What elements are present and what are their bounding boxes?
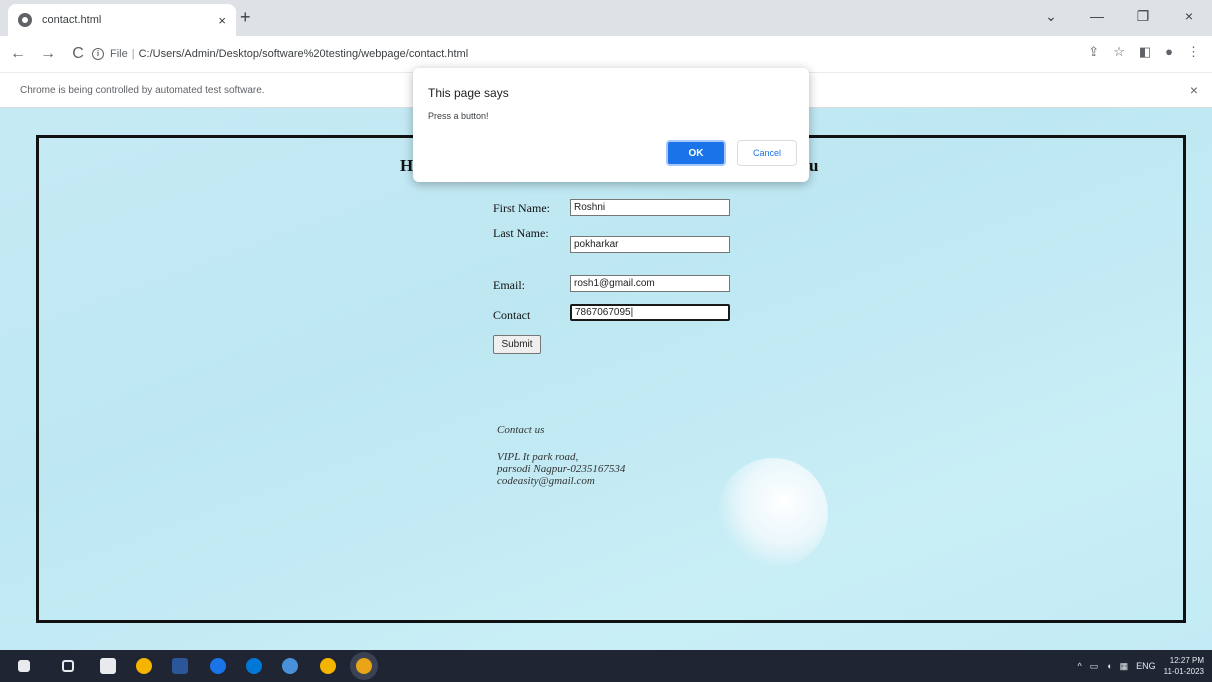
url-separator: | [131,48,135,60]
system-tray: ^ ▭ ◖ ▦ ENG 12:27 PM 11-01-2023 [1077,650,1204,682]
contact-label: Contact [493,308,531,322]
forward-button[interactable]: → [36,45,60,63]
page-heading-right: u [809,156,819,175]
infobar-close-icon[interactable]: × [1190,82,1198,98]
sidepanel-icon[interactable]: ◧ [1139,44,1151,60]
last-name-label: Last Name: [493,226,549,240]
app-icon[interactable] [210,658,226,674]
tab-title: contact.html [42,14,102,26]
network-icon[interactable]: ▦ [1120,661,1129,672]
last-name-input[interactable] [570,236,730,253]
back-button[interactable]: ← [6,45,30,63]
windows-start-icon[interactable] [18,660,30,672]
tab-close-icon[interactable]: × [218,13,226,28]
volume-icon[interactable]: ◖ [1106,661,1111,671]
email-input[interactable] [570,275,730,292]
browser-toolbar: ← → C i File | C:/Users/Admin/Desktop/so… [0,36,1212,72]
chrome-icon[interactable] [136,658,152,674]
battery-icon[interactable]: ▭ [1090,661,1099,672]
menu-kebab-icon[interactable]: ⋮ [1187,44,1200,60]
infobar-text: Chrome is being controlled by automated … [20,84,265,96]
url-text: C:/Users/Admin/Desktop/software%20testin… [138,48,469,60]
edge-icon[interactable] [246,658,262,674]
info-icon[interactable]: i [92,48,104,60]
tab-strip: contact.html × + ⌄ — ❐ × [0,0,1212,36]
settings-icon[interactable] [282,658,298,674]
windows-taskbar: ^ ▭ ◖ ▦ ENG 12:27 PM 11-01-2023 [0,650,1212,682]
tray-chevron-icon[interactable]: ^ [1077,661,1081,671]
tab-search-icon[interactable]: ⌄ [1028,8,1074,25]
clock-date: 11-01-2023 [1163,667,1204,676]
contact-address-line1: VIPL It park road, [497,451,579,463]
alert-dialog: This page says Press a button! OK Cancel [413,68,809,182]
first-name-label: First Name: [493,201,550,215]
toolbar-actions: ⇪ ☆ ◧ ● ⋮ [1088,44,1200,60]
clock-time: 12:27 PM [1169,656,1204,665]
page-content: H u First Name: Last Name: Email: Contac… [0,108,1212,650]
dialog-ok-button[interactable]: OK [666,140,726,166]
url-scheme-label: File [110,48,128,60]
window-controls: ⌄ — ❐ × [1028,0,1212,32]
share-icon[interactable]: ⇪ [1088,44,1099,60]
window-close-button[interactable]: × [1166,8,1212,24]
word-icon[interactable] [172,658,188,674]
chrome-icon-2[interactable] [320,658,336,674]
tab-contact[interactable]: contact.html × [8,4,236,36]
bookmark-star-icon[interactable]: ☆ [1113,44,1125,60]
reload-button[interactable]: C [66,45,90,63]
new-tab-button[interactable]: + [240,8,251,26]
task-view-icon[interactable] [62,660,74,672]
contact-us-title: Contact us [497,424,545,436]
contact-email: codeasity@gmail.com [497,475,595,487]
globe-icon [18,13,32,27]
contact-address-line2: parsodi Nagpur-0235167534 [497,463,626,475]
language-indicator[interactable]: ENG [1136,661,1156,671]
dialog-cancel-button[interactable]: Cancel [737,140,797,166]
contact-input[interactable] [570,304,730,321]
email-label: Email: [493,278,525,292]
minimize-button[interactable]: — [1074,8,1120,24]
store-icon[interactable] [100,658,116,674]
address-bar[interactable]: i File | C:/Users/Admin/Desktop/software… [92,41,1062,67]
clock[interactable]: 12:27 PM 11-01-2023 [1164,655,1204,677]
submit-button[interactable]: Submit [493,335,541,354]
restore-button[interactable]: ❐ [1120,8,1166,25]
profile-icon[interactable]: ● [1165,44,1173,60]
dialog-message: Press a button! [428,111,489,121]
dialog-title: This page says [428,86,509,100]
chrome-active-icon[interactable] [356,658,372,674]
page-heading-left: H [400,156,414,175]
first-name-input[interactable] [570,199,730,216]
